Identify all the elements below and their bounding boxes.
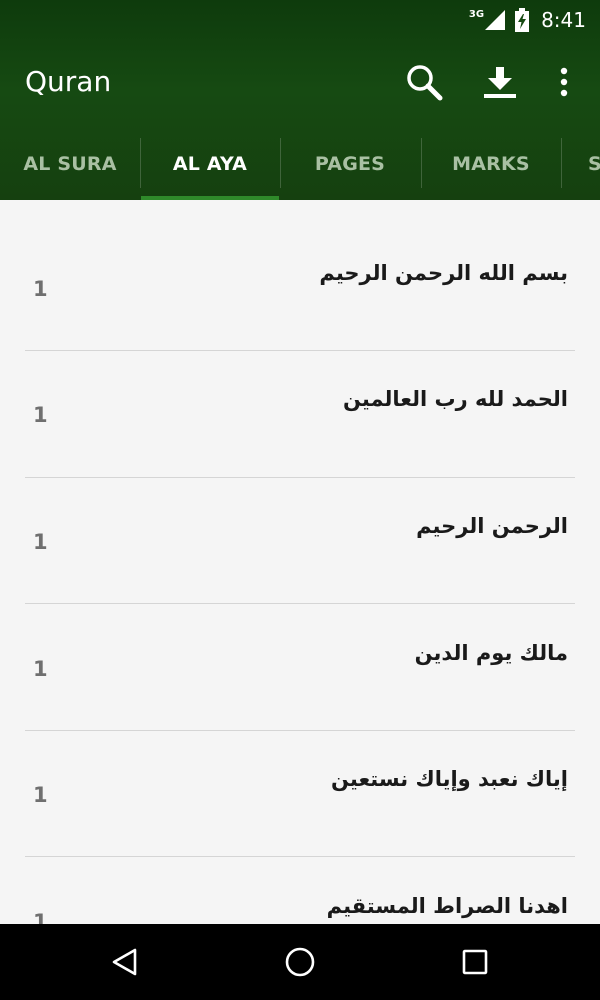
sura-number: 1 [33,277,48,301]
verse-list[interactable]: بسم الله الرحمن الرحيم 1 الحمد لله رب ال… [0,200,600,924]
verse-text: الحمد لله رب العالمين [342,387,568,411]
sura-number: 1 [33,403,48,427]
list-item[interactable]: مالك يوم الدين 1 [0,580,600,707]
back-button[interactable] [100,940,150,984]
list-item[interactable]: الحمد لله رب العالمين 1 [0,326,600,453]
list-item[interactable]: بسم الله الرحمن الرحيم 1 [0,200,600,327]
more-options-button[interactable] [542,56,586,108]
recents-button[interactable] [450,940,500,984]
search-icon [405,63,443,101]
app-bar: Quran [0,40,600,128]
status-icons: 3G 8:41 [469,6,586,34]
clock: 8:41 [541,8,586,32]
verse-text: مالك يوم الدين [414,641,568,665]
list-item[interactable]: الرحمن الرحيم 1 [0,453,600,580]
verse-text: إياك نعبد وإياك نستعين [330,767,568,791]
tab-bar: AL SURA AL AYA PAGES MARKS S [0,128,600,200]
signal-icon [485,10,506,30]
verse-text: بسم الله الرحمن الرحيم [319,261,568,285]
tab-al-sura[interactable]: AL SURA [0,128,140,200]
status-bar: 3G 8:41 [0,0,600,40]
sura-number: 1 [33,910,48,924]
sura-number: 1 [33,530,48,554]
sura-number: 1 [33,657,48,681]
recents-icon [461,948,489,976]
verse-text: الرحمن الرحيم [416,514,568,538]
list-item[interactable]: إياك نعبد وإياك نستعين 1 [0,706,600,833]
home-icon [284,946,316,978]
search-button[interactable] [400,56,448,108]
download-icon [481,65,519,99]
sura-number: 1 [33,783,48,807]
app-title: Quran [25,65,112,98]
verse-text: اهدنا الصراط المستقيم [326,894,568,918]
download-button[interactable] [476,56,524,108]
tab-marks[interactable]: MARKS [421,128,561,200]
screen: 3G 8:41 Quran AL SURA AL AYA PAGES MARKS… [0,0,600,1000]
tab-pages[interactable]: PAGES [280,128,420,200]
navigation-bar [0,924,600,1000]
home-button[interactable] [275,940,325,984]
back-icon [111,947,139,977]
tab-al-aya[interactable]: AL AYA [140,128,280,200]
list-item[interactable]: اهدنا الصراط المستقيم 1 [0,833,600,924]
app-header: 3G 8:41 Quran AL SURA AL AYA PAGES MARKS… [0,0,600,200]
network-type-label: 3G [468,8,485,20]
more-vert-icon [559,67,569,97]
tab-partial[interactable]: S [561,128,600,200]
battery-icon [515,8,530,32]
